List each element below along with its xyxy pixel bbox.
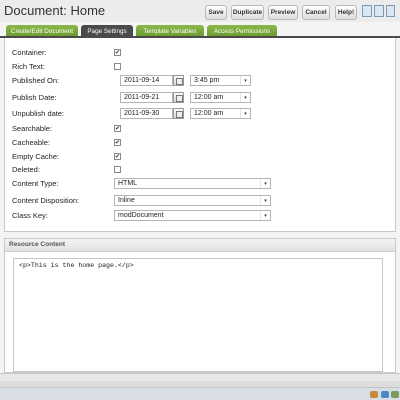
class-key-label: Class Key: xyxy=(12,211,48,220)
layout-full-icon[interactable] xyxy=(386,5,395,17)
chevron-down-icon[interactable]: ▾ xyxy=(260,211,270,220)
unpublish-date-field[interactable]: 2011-09-30 xyxy=(120,108,173,119)
publish-date-value: 2011-09-21 xyxy=(124,94,160,101)
published-on-time-value: 3:45 pm xyxy=(194,77,220,84)
publish-time-field[interactable]: 12:00 am ▾ xyxy=(190,92,251,103)
system-tray-icon[interactable] xyxy=(391,391,399,398)
content-type-label: Content Type: xyxy=(12,179,59,188)
content-disposition-select[interactable]: Inline ▾ xyxy=(114,195,271,206)
unpublish-time-field[interactable]: 12:00 am ▾ xyxy=(190,108,251,119)
container-checkbox[interactable]: ✔ xyxy=(114,49,121,56)
calendar-icon[interactable] xyxy=(173,75,184,86)
help-button[interactable]: Help! xyxy=(335,5,357,20)
rich-text-checkbox[interactable] xyxy=(114,63,121,70)
published-on-time-field[interactable]: 3:45 pm ▾ xyxy=(190,75,251,86)
resource-content-panel: Resource Content <p>This is the home pag… xyxy=(4,238,396,373)
publish-date-label: Publish Date: xyxy=(12,93,57,102)
status-bar xyxy=(0,373,400,381)
layout-icon[interactable] xyxy=(362,5,372,17)
cancel-button[interactable]: Cancel xyxy=(302,5,330,20)
unpublish-date-label: Unpublish date: xyxy=(12,109,65,118)
searchable-label: Searchable: xyxy=(12,124,53,133)
content-editor[interactable]: <p>This is the home page.</p> xyxy=(13,258,383,372)
calendar-icon[interactable] xyxy=(173,108,184,119)
unpublish-time-value: 12:00 am xyxy=(194,110,224,117)
content-editor-text: <p>This is the home page.</p> xyxy=(19,262,134,269)
save-button[interactable]: Save xyxy=(205,5,227,20)
empty-cache-checkbox[interactable]: ✔ xyxy=(114,153,121,160)
duplicate-button[interactable]: Duplicate xyxy=(231,5,264,20)
content-type-select[interactable]: HTML ▾ xyxy=(114,178,271,189)
publish-date-field[interactable]: 2011-09-21 xyxy=(120,92,173,103)
published-on-date-field[interactable]: 2011-09-14 xyxy=(120,75,173,86)
chevron-down-icon[interactable]: ▾ xyxy=(260,179,270,188)
class-key-value: modDocument xyxy=(118,212,164,219)
publish-time-value: 12:00 am xyxy=(194,94,224,101)
deleted-label: Deleted: xyxy=(12,165,40,174)
document-header: Document: Home Save Duplicate Preview Ca… xyxy=(0,0,400,22)
resource-content-header: Resource Content xyxy=(5,239,395,252)
notification-icon[interactable] xyxy=(370,391,378,398)
cacheable-checkbox[interactable]: ✔ xyxy=(114,139,121,146)
rich-text-label: Rich Text: xyxy=(12,62,45,71)
container-label: Container: xyxy=(12,48,47,57)
layout-split-icon[interactable] xyxy=(374,5,384,17)
content-disposition-label: Content Disposition: xyxy=(12,196,80,205)
resource-content-title: Resource Content xyxy=(9,241,65,248)
published-on-date-value: 2011-09-14 xyxy=(124,77,160,84)
searchable-checkbox[interactable]: ✔ xyxy=(114,125,121,132)
bottom-toolbar xyxy=(0,387,400,400)
content-type-value: HTML xyxy=(118,180,138,187)
content-disposition-value: Inline xyxy=(118,197,135,204)
preview-button[interactable]: Preview xyxy=(268,5,298,20)
chevron-down-icon[interactable]: ▾ xyxy=(240,109,250,118)
calendar-icon[interactable] xyxy=(173,92,184,103)
chevron-down-icon[interactable]: ▾ xyxy=(240,93,250,102)
chevron-down-icon[interactable]: ▾ xyxy=(240,76,250,85)
chevron-down-icon[interactable]: ▾ xyxy=(260,196,270,205)
unpublish-date-value: 2011-09-30 xyxy=(124,110,160,117)
cacheable-label: Cacheable: xyxy=(12,138,50,147)
class-key-select[interactable]: modDocument ▾ xyxy=(114,210,271,221)
deleted-checkbox[interactable] xyxy=(114,166,121,173)
empty-cache-label: Empty Cache: xyxy=(12,152,60,161)
page-title: Document: Home xyxy=(4,3,106,18)
published-on-label: Published On: xyxy=(12,76,60,85)
network-icon[interactable] xyxy=(381,391,389,398)
